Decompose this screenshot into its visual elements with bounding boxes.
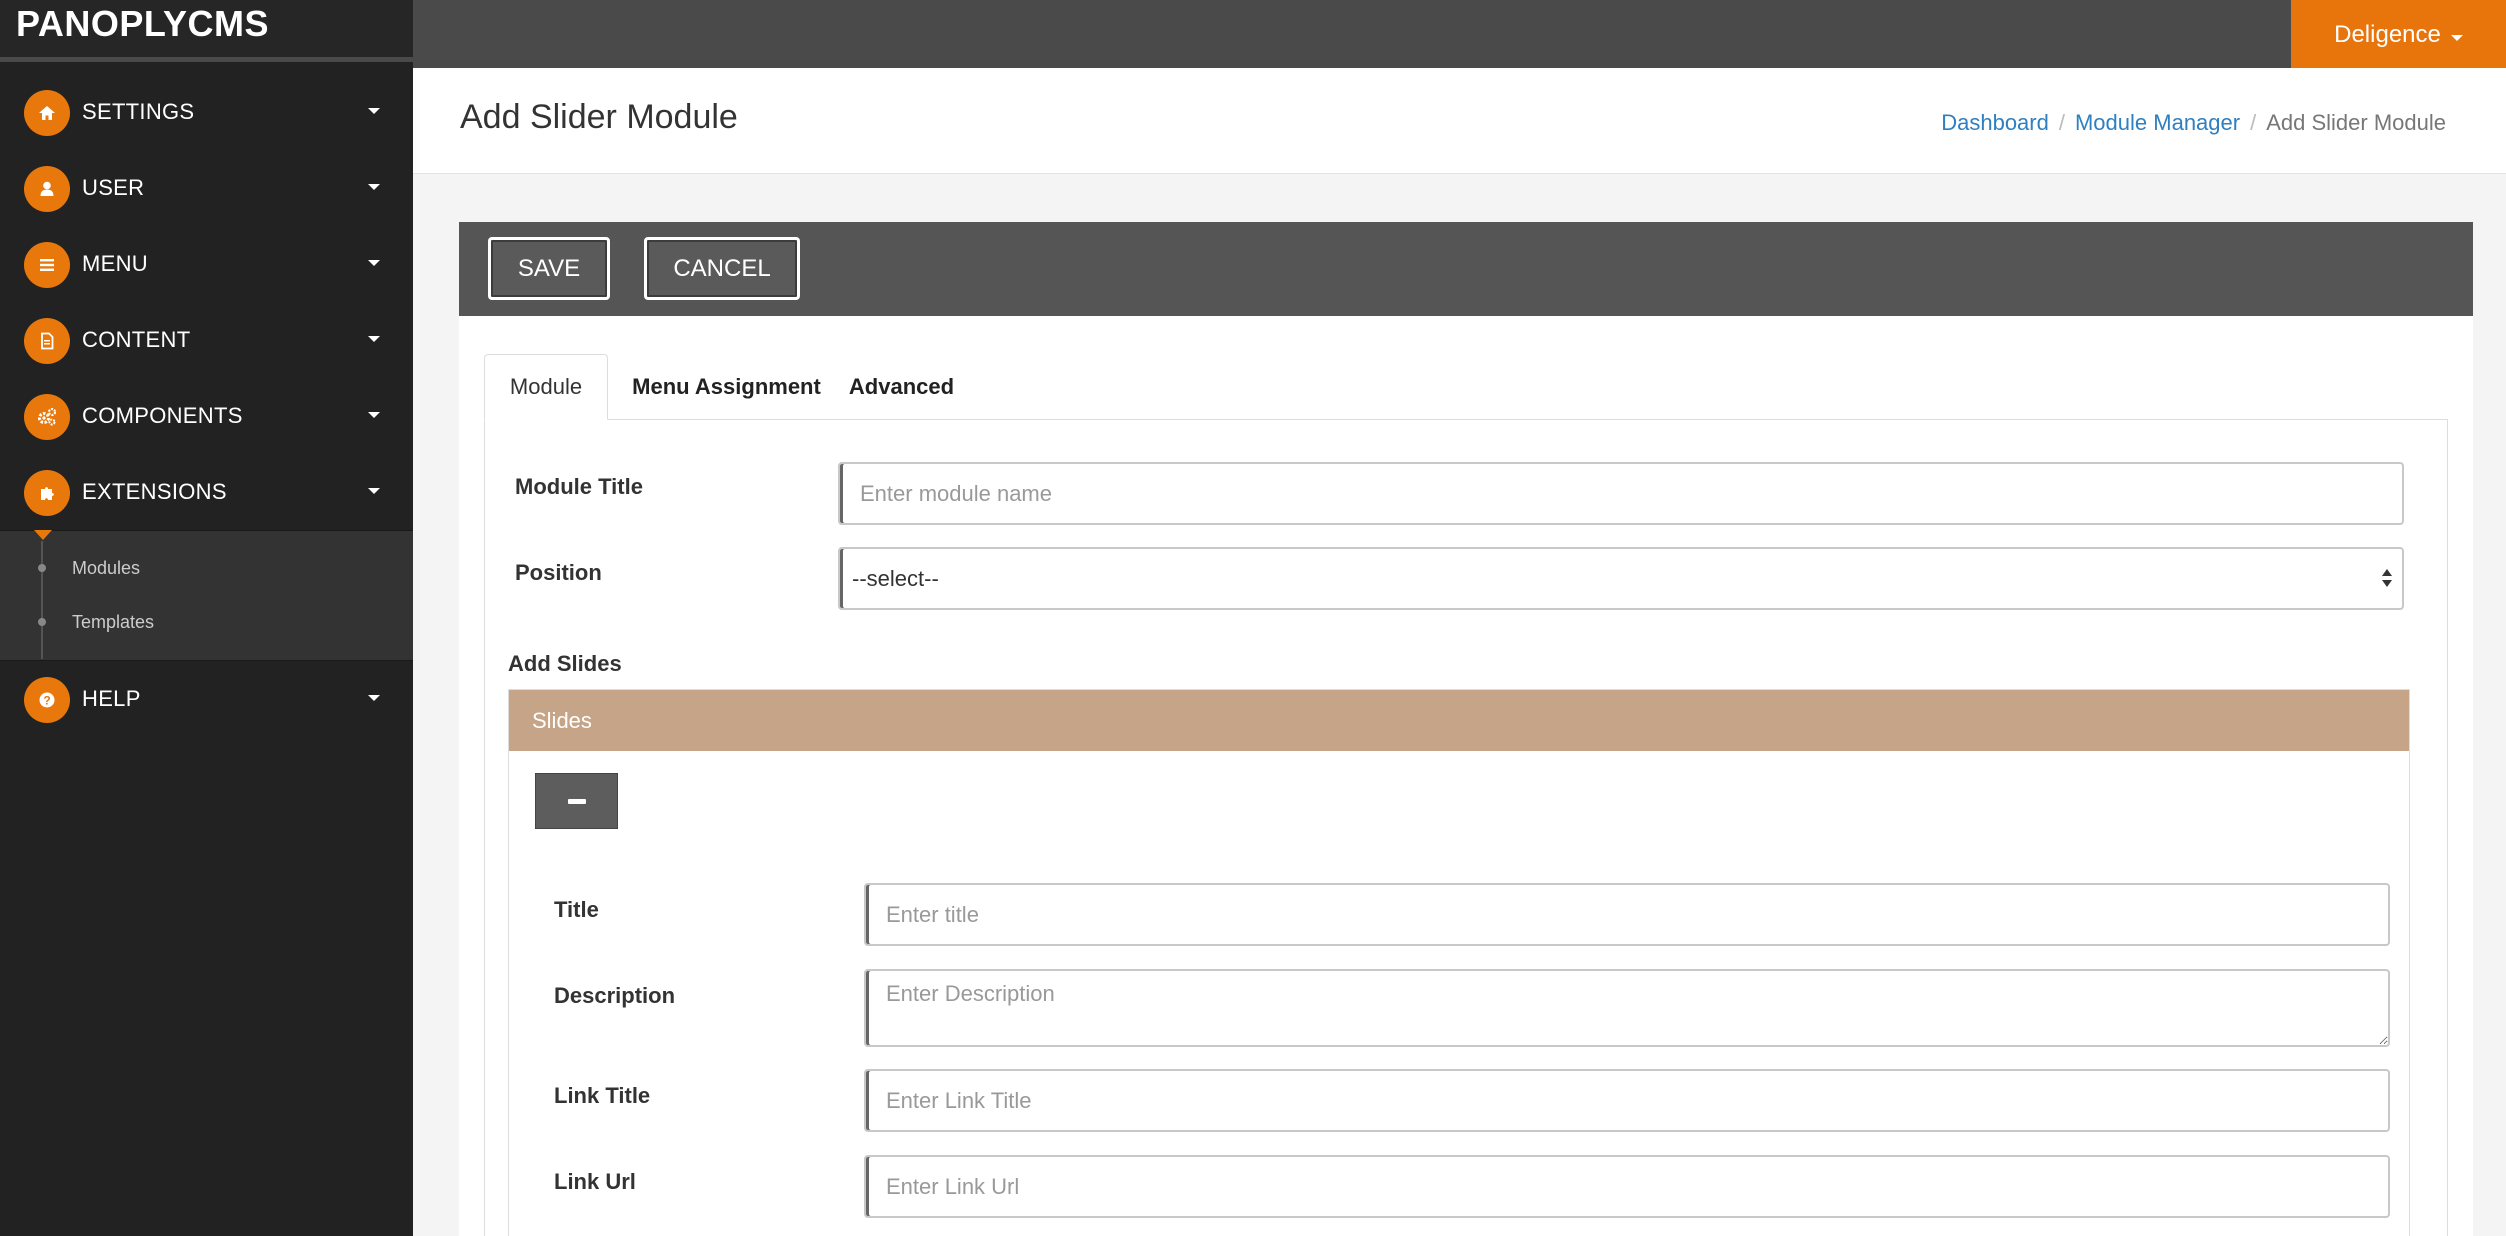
page-title: Add Slider Module	[460, 98, 738, 136]
slide-link-title-label: Link Title	[554, 1083, 651, 1108]
sidebar-item-label: SETTINGS	[82, 99, 195, 124]
sidebar-item-label: MENU	[82, 251, 148, 276]
sidebar-nav: SETTINGS USER MENU CONTENT COMPONENTS EX…	[0, 74, 413, 737]
caret-down-icon	[368, 336, 380, 342]
caret-down-icon	[368, 260, 380, 266]
menu-icon	[24, 242, 70, 288]
breadcrumb-separator: /	[2250, 110, 2257, 135]
top-navbar: Deligence	[413, 0, 2506, 70]
sidebar-item-help[interactable]: ? HELP	[0, 661, 413, 737]
position-select[interactable]: --select--	[838, 547, 2404, 610]
module-title-label: Module Title	[515, 474, 643, 499]
user-name: Deligence	[2334, 21, 2441, 48]
slide-description-label: Description	[554, 983, 676, 1008]
caret-down-icon	[368, 184, 380, 190]
brand-logo[interactable]: PANOPLYCMS	[0, 0, 413, 62]
slides-panel-header: Slides	[509, 690, 2409, 751]
save-button[interactable]: SAVE	[488, 237, 610, 300]
sidebar: PANOPLYCMS SETTINGS USER MENU CONTENT CO…	[0, 0, 413, 1236]
document-icon	[24, 318, 70, 364]
user-menu-button[interactable]: Deligence	[2291, 0, 2506, 70]
sidebar-item-components[interactable]: COMPONENTS	[0, 378, 413, 454]
slide-description-textarea[interactable]	[864, 969, 2390, 1047]
question-icon: ?	[24, 677, 70, 723]
form-tabs: Module Menu Assignment Advanced	[484, 354, 2448, 420]
sidebar-item-menu[interactable]: MENU	[0, 226, 413, 302]
sidebar-item-label: EXTENSIONS	[82, 479, 227, 504]
home-icon	[24, 90, 70, 136]
page-header: Add Slider Module Dashboard / Module Man…	[413, 68, 2506, 174]
sidebar-item-content[interactable]: CONTENT	[0, 302, 413, 378]
svg-text:?: ?	[43, 694, 50, 708]
slide-title-label: Title	[554, 897, 599, 922]
bullet-icon	[38, 564, 46, 572]
sidebar-item-label: COMPONENTS	[82, 403, 243, 428]
action-toolbar: SAVE CANCEL	[459, 222, 2473, 316]
submenu-item-templates[interactable]: Templates	[72, 612, 154, 633]
caret-down-icon	[368, 412, 380, 418]
cancel-button[interactable]: CANCEL	[644, 237, 800, 300]
caret-down-icon	[368, 488, 380, 494]
submenu-divider	[41, 541, 43, 659]
submenu-item-modules[interactable]: Modules	[72, 558, 140, 579]
bullet-icon	[38, 618, 46, 626]
breadcrumb-separator: /	[2058, 110, 2065, 135]
caret-down-icon	[368, 695, 380, 701]
user-icon	[24, 166, 70, 212]
module-title-input[interactable]	[838, 462, 2404, 525]
tab-module[interactable]: Module	[484, 354, 608, 420]
remove-slide-button[interactable]	[535, 773, 618, 829]
breadcrumb-current: Add Slider Module	[2266, 110, 2446, 135]
position-label: Position	[515, 560, 602, 585]
puzzle-icon	[24, 470, 70, 516]
sidebar-item-extensions[interactable]: EXTENSIONS	[0, 454, 413, 530]
slides-panel: Slides Title Description Link Title Link…	[508, 689, 2410, 1236]
module-form-panel: SAVE CANCEL Module Menu Assignment Advan…	[459, 222, 2473, 1236]
breadcrumb: Dashboard / Module Manager / Add Slider …	[1941, 110, 2446, 136]
extensions-submenu: Modules Templates	[0, 530, 413, 661]
active-pointer-icon	[34, 530, 52, 540]
slide-title-input[interactable]	[864, 883, 2390, 946]
tab-advanced[interactable]: Advanced	[844, 354, 959, 420]
select-arrows-icon	[2382, 569, 2392, 587]
sidebar-item-label: USER	[82, 175, 145, 200]
sidebar-item-label: HELP	[82, 686, 141, 711]
breadcrumb-module-manager[interactable]: Module Manager	[2075, 110, 2240, 136]
position-selected-value: --select--	[852, 565, 939, 591]
caret-down-icon	[2450, 35, 2463, 41]
gears-icon	[24, 394, 70, 440]
tab-menu-assignment[interactable]: Menu Assignment	[629, 354, 824, 420]
slide-link-url-input[interactable]	[864, 1155, 2390, 1218]
sidebar-item-settings[interactable]: SETTINGS	[0, 74, 413, 150]
caret-down-icon	[368, 108, 380, 114]
sidebar-item-label: CONTENT	[82, 327, 191, 352]
slide-link-url-label: Link Url	[554, 1169, 636, 1194]
slide-link-title-input[interactable]	[864, 1069, 2390, 1132]
breadcrumb-dashboard[interactable]: Dashboard	[1941, 110, 2049, 136]
minus-icon	[567, 798, 586, 804]
sidebar-item-user[interactable]: USER	[0, 150, 413, 226]
add-slides-label: Add Slides	[508, 651, 622, 676]
